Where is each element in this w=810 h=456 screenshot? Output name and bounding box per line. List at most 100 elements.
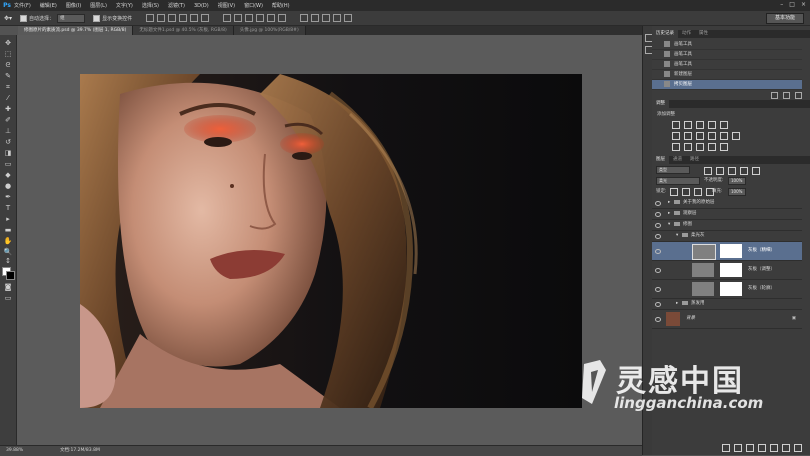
align-top-icon[interactable]: [146, 14, 155, 22]
history-item[interactable]: 画笔工具: [652, 60, 802, 70]
distribute-middle-icon[interactable]: [234, 14, 243, 22]
collapse-arrow-icon[interactable]: ▾: [668, 220, 670, 230]
align-bottom-icon[interactable]: [168, 14, 177, 22]
trash-icon[interactable]: [795, 92, 802, 99]
align-center-icon[interactable]: [190, 14, 199, 22]
align-left-icon[interactable]: [179, 14, 188, 22]
dodge-tool-icon[interactable]: ●: [3, 182, 13, 190]
black-white-icon[interactable]: [696, 132, 704, 140]
3d-pan-icon[interactable]: [322, 14, 331, 22]
3d-roll-icon[interactable]: [311, 14, 320, 22]
tab-document-1[interactable]: 修图原片的素质流.psd @ 39.7% (图层 1, RGB/8): [18, 26, 134, 35]
zoom-tool-icon[interactable]: 🔍: [3, 248, 13, 256]
add-mask-icon[interactable]: [746, 444, 754, 452]
opacity-input[interactable]: 100%: [728, 177, 746, 185]
visibility-eye-icon[interactable]: [655, 287, 661, 292]
layer-row[interactable]: 背景 ▣: [652, 310, 802, 329]
selective-color-icon[interactable]: [720, 143, 728, 151]
filter-adjustment-icon[interactable]: [716, 167, 724, 175]
menu-view[interactable]: 视图(V): [218, 2, 235, 9]
tab-channels[interactable]: 通道: [669, 156, 686, 164]
visibility-eye-icon[interactable]: [655, 234, 661, 239]
color-lookup-icon[interactable]: [732, 132, 740, 140]
tab-actions[interactable]: 动作: [678, 30, 695, 38]
hand-tool-icon[interactable]: ✋: [3, 237, 13, 245]
swap-colors-icon[interactable]: ↕: [3, 257, 13, 265]
menu-help[interactable]: 帮助(H): [272, 2, 290, 9]
brush-tool-icon[interactable]: ✐: [3, 116, 13, 124]
color-balance-icon[interactable]: [684, 132, 692, 140]
exposure-icon[interactable]: [708, 121, 716, 129]
3d-rotate-icon[interactable]: [300, 14, 309, 22]
align-middle-icon[interactable]: [157, 14, 166, 22]
layer-row[interactable]: ▾ 修图: [652, 220, 802, 231]
distribute-center-icon[interactable]: [267, 14, 276, 22]
move-tool-icon[interactable]: ✥: [3, 39, 13, 47]
close-icon[interactable]: ×: [801, 1, 806, 8]
visibility-eye-icon[interactable]: [655, 302, 661, 307]
history-brush-icon[interactable]: ↺: [3, 138, 13, 146]
document-canvas[interactable]: [80, 74, 582, 408]
history-item[interactable]: 画笔工具: [652, 40, 802, 50]
lock-transparency-icon[interactable]: [670, 188, 678, 196]
minimize-icon[interactable]: –: [780, 1, 783, 8]
3d-slide-icon[interactable]: [333, 14, 342, 22]
healing-brush-icon[interactable]: ✚: [3, 105, 13, 113]
new-adjustment-icon[interactable]: [758, 444, 766, 452]
visibility-eye-icon[interactable]: [655, 268, 661, 273]
link-layers-icon[interactable]: [722, 444, 730, 452]
clone-stamp-icon[interactable]: ⊥: [3, 127, 13, 135]
layer-row[interactable]: 灰板（调整）: [652, 261, 802, 280]
photo-filter-icon[interactable]: [708, 132, 716, 140]
distribute-bottom-icon[interactable]: [245, 14, 254, 22]
layer-row-selected[interactable]: 灰板（精细）: [652, 242, 802, 261]
filter-shape-icon[interactable]: [740, 167, 748, 175]
maximize-icon[interactable]: □: [789, 1, 795, 8]
curves-icon[interactable]: [696, 121, 704, 129]
tab-adjustments[interactable]: 调整: [652, 100, 669, 108]
visibility-eye-icon[interactable]: [655, 249, 661, 254]
align-right-icon[interactable]: [201, 14, 210, 22]
auto-select-dropdown[interactable]: 组: [57, 13, 86, 23]
menu-window[interactable]: 窗口(W): [244, 2, 263, 9]
snapshot-icon[interactable]: [771, 92, 778, 99]
vibrance-icon[interactable]: [720, 121, 728, 129]
menu-filter[interactable]: 滤镜(T): [168, 2, 185, 9]
3d-scale-icon[interactable]: [344, 14, 353, 22]
layer-row[interactable]: ▾ 柔光灰: [652, 231, 802, 242]
filter-smart-icon[interactable]: [752, 167, 760, 175]
menu-file[interactable]: 文件(F): [14, 2, 31, 9]
pen-tool-icon[interactable]: ✒: [3, 193, 13, 201]
history-item[interactable]: 画笔工具: [652, 50, 802, 60]
move-tool-icon[interactable]: ✥▾: [4, 15, 12, 22]
distribute-top-icon[interactable]: [223, 14, 232, 22]
marquee-tool-icon[interactable]: ⬚: [3, 50, 13, 58]
new-group-icon[interactable]: [770, 444, 778, 452]
layer-row[interactable]: ▸ 关于我的原始层: [652, 198, 802, 209]
blur-tool-icon[interactable]: ◆: [3, 171, 13, 179]
menu-select[interactable]: 选择(S): [142, 2, 159, 9]
layer-kind-filter[interactable]: 类型: [656, 166, 690, 174]
visibility-eye-icon[interactable]: [655, 212, 661, 217]
filter-type-icon[interactable]: [728, 167, 736, 175]
history-item[interactable]: 新建图层: [652, 70, 802, 80]
tab-properties[interactable]: 属性: [695, 30, 712, 38]
lock-pixels-icon[interactable]: [682, 188, 690, 196]
blend-mode-dropdown[interactable]: 柔光: [656, 177, 700, 185]
new-layer-icon[interactable]: [782, 444, 790, 452]
posterize-icon[interactable]: [684, 143, 692, 151]
levels-icon[interactable]: [684, 121, 692, 129]
filter-pixel-icon[interactable]: [704, 167, 712, 175]
tab-document-3[interactable]: 头像.jpg @ 100%(RGB/8#): [233, 26, 306, 35]
invert-icon[interactable]: [672, 143, 680, 151]
gradient-tool-icon[interactable]: ▭: [3, 160, 13, 168]
menu-type[interactable]: 文字(Y): [116, 2, 133, 9]
auto-select-checkbox[interactable]: [20, 14, 28, 22]
new-document-icon[interactable]: [783, 92, 790, 99]
visibility-eye-icon[interactable]: [655, 317, 661, 322]
shape-tool-icon[interactable]: ▬: [3, 226, 13, 234]
collapse-arrow-icon[interactable]: ▾: [676, 231, 678, 241]
brightness-icon[interactable]: [672, 121, 680, 129]
expand-arrow-icon[interactable]: ▸: [676, 299, 678, 309]
tab-history[interactable]: 历史记录: [652, 30, 678, 38]
